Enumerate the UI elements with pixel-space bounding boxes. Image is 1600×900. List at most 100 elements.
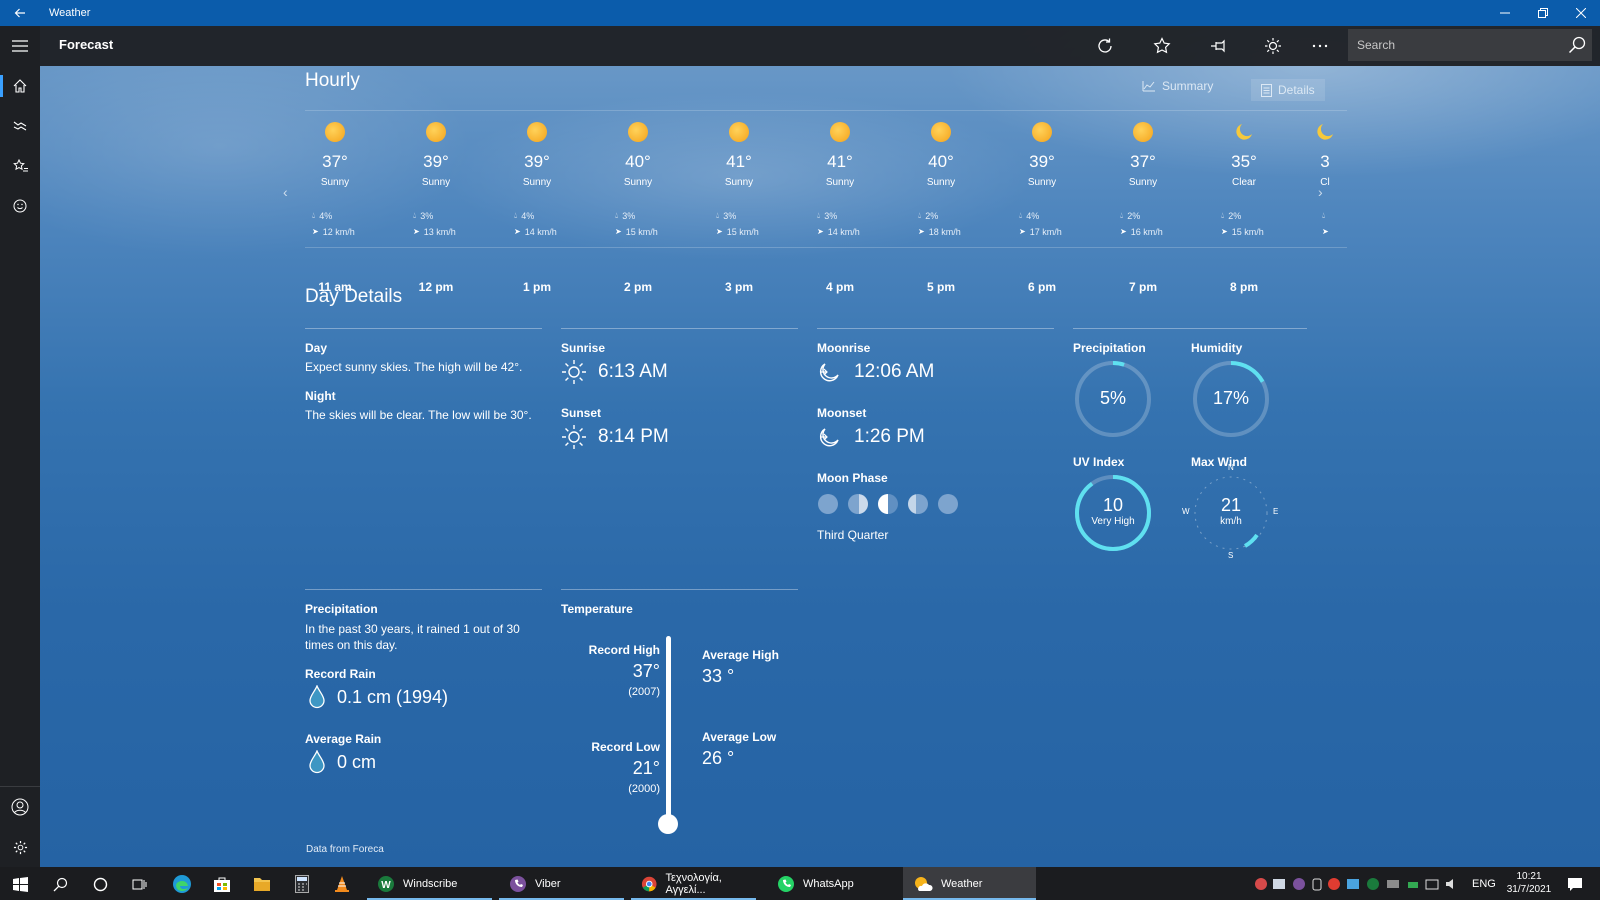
nav-life-button[interactable] bbox=[0, 186, 40, 226]
moon-phase-full-icon bbox=[938, 494, 958, 514]
minimize-button[interactable] bbox=[1486, 0, 1524, 26]
record-rain-row: 0.1 cm (1994) bbox=[308, 685, 448, 709]
file-explorer-app[interactable] bbox=[247, 871, 277, 897]
summary-toggle[interactable]: Summary bbox=[1142, 79, 1213, 93]
cortana-button[interactable] bbox=[85, 871, 115, 897]
raindrop-icon: 💧︎ bbox=[1221, 211, 1225, 220]
refresh-icon bbox=[1098, 38, 1112, 53]
units-button[interactable] bbox=[1261, 34, 1285, 58]
edge-app[interactable] bbox=[167, 871, 197, 897]
record-high-year: (2007) bbox=[628, 686, 660, 698]
day-label: Day bbox=[305, 341, 328, 355]
divider-precip-history bbox=[305, 589, 542, 590]
compass-west: W bbox=[1182, 507, 1190, 516]
sun-icon bbox=[830, 122, 850, 142]
taskbar-app-viber[interactable]: Viber bbox=[499, 867, 624, 900]
taskbar-app-chrome[interactable]: Τεχνολογία, Αγγελί... bbox=[631, 867, 756, 900]
start-button[interactable] bbox=[5, 871, 35, 897]
hour-time: 12 pm bbox=[418, 280, 454, 294]
day-text: Expect sunny skies. The high will be 42°… bbox=[305, 360, 523, 374]
sunset-row: 8:14 PM bbox=[561, 424, 669, 450]
sunset-value: 8:14 PM bbox=[598, 426, 669, 447]
uv-index-desc: Very High bbox=[1091, 516, 1135, 527]
moonset-label: Moonset bbox=[817, 406, 867, 420]
refresh-button[interactable] bbox=[1093, 34, 1117, 58]
pin-button[interactable] bbox=[1206, 34, 1230, 58]
hamburger-menu-button[interactable] bbox=[0, 26, 40, 66]
account-button[interactable] bbox=[0, 787, 40, 827]
record-low-label: Record Low bbox=[591, 740, 660, 754]
moonset-row: 1:26 PM bbox=[817, 424, 925, 450]
summary-label: Summary bbox=[1162, 79, 1214, 93]
hourly-divider-bottom bbox=[305, 247, 1347, 248]
gear-icon bbox=[13, 840, 27, 854]
record-high-label: Record High bbox=[588, 643, 660, 657]
data-source-link[interactable]: Data from Foreca bbox=[306, 844, 384, 855]
hour-precip: 3% bbox=[622, 211, 636, 221]
hourly-prev-arrow[interactable]: ‹ bbox=[283, 184, 288, 200]
taskbar-app-windscribe[interactable]: W Windscribe bbox=[367, 867, 492, 900]
clock[interactable]: 10:21 31/7/2021 bbox=[1505, 870, 1553, 896]
page-title: Forecast bbox=[59, 37, 114, 52]
tray-icons[interactable] bbox=[1253, 876, 1463, 892]
back-button[interactable] bbox=[0, 0, 40, 26]
notification-icon bbox=[1568, 877, 1582, 891]
vlc-app[interactable] bbox=[327, 871, 357, 897]
hourly-title: Hourly bbox=[305, 70, 360, 91]
hour-temp: 39° bbox=[423, 152, 449, 171]
record-rain-label: Record Rain bbox=[305, 667, 376, 681]
uv-index-value: 10 bbox=[1102, 495, 1124, 515]
raindrop-icon bbox=[309, 750, 325, 774]
store-app[interactable] bbox=[207, 871, 237, 897]
nav-favorites-button[interactable] bbox=[0, 146, 40, 186]
action-center-button[interactable] bbox=[1560, 871, 1590, 897]
divider-sun bbox=[561, 328, 798, 329]
nav-forecast-button[interactable] bbox=[0, 66, 40, 106]
average-low-value: 26 ° bbox=[702, 748, 735, 768]
search-box[interactable] bbox=[1348, 29, 1592, 61]
hour-temp: 37° bbox=[322, 152, 348, 171]
hour-temp: 39° bbox=[1029, 152, 1055, 171]
restore-button[interactable] bbox=[1524, 0, 1562, 26]
hour-time: 1 pm bbox=[522, 280, 551, 294]
average-high-label: Average High bbox=[702, 648, 779, 662]
hour-wind: 13 km/h bbox=[423, 227, 456, 237]
windscribe-icon: W bbox=[378, 875, 394, 892]
hourly-divider-top bbox=[305, 110, 1347, 111]
hour-wind: 14 km/h bbox=[524, 227, 557, 237]
search-input[interactable] bbox=[1357, 38, 1562, 52]
language-indicator[interactable]: ENG bbox=[1472, 867, 1496, 900]
close-icon bbox=[1576, 8, 1586, 18]
taskbar-app-weather[interactable]: Weather bbox=[903, 867, 1036, 900]
chrome-icon bbox=[641, 876, 657, 891]
hour-wind: 14 km/h bbox=[827, 227, 860, 237]
restore-icon bbox=[1538, 8, 1548, 18]
hour-wind: 15 km/h bbox=[625, 227, 658, 237]
details-toggle[interactable]: Details bbox=[1251, 79, 1325, 101]
taskbar-app-whatsapp[interactable]: WhatsApp bbox=[767, 867, 892, 900]
folder-icon bbox=[254, 878, 270, 891]
hour-column: 40° Sunny 💧︎ 2% ➤ 18 km/h 5 pm bbox=[911, 122, 971, 294]
settings-button[interactable] bbox=[0, 827, 40, 867]
close-button[interactable] bbox=[1562, 0, 1600, 26]
taskbar-search-button[interactable] bbox=[45, 871, 75, 897]
moon-icon bbox=[1236, 124, 1252, 140]
calculator-app[interactable] bbox=[287, 871, 317, 897]
user-icon bbox=[11, 798, 29, 816]
minimize-icon bbox=[1500, 12, 1510, 14]
favorite-button[interactable] bbox=[1150, 34, 1174, 58]
moon-icon bbox=[1317, 124, 1333, 140]
more-options-button[interactable] bbox=[1308, 34, 1332, 58]
taskbar-app-label: Windscribe bbox=[403, 877, 458, 890]
details-label: Details bbox=[1278, 83, 1315, 97]
wind-arrow-icon: ➤ bbox=[514, 227, 521, 236]
wind-arrow-icon: ➤ bbox=[1120, 227, 1127, 236]
wind-arrow-icon: ➤ bbox=[716, 227, 723, 236]
wind-arrow-icon: ➤ bbox=[413, 227, 420, 236]
moon-phase-value: Third Quarter bbox=[817, 528, 889, 542]
task-view-button[interactable] bbox=[124, 871, 154, 897]
hour-condition: Sunny bbox=[1128, 177, 1158, 188]
search-icon[interactable] bbox=[1568, 36, 1586, 54]
wind-arrow-icon: ➤ bbox=[615, 227, 622, 236]
nav-maps-button[interactable] bbox=[0, 106, 40, 146]
